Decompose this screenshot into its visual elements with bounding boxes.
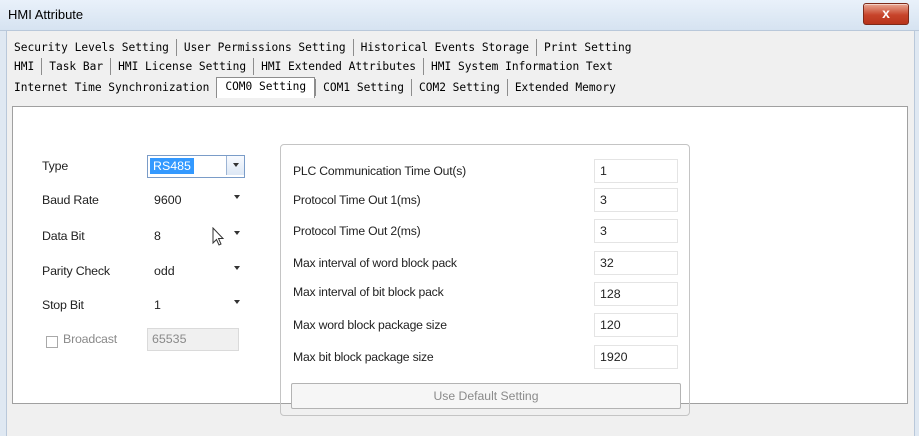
- protocol-timeout-1-value: 3: [600, 193, 607, 207]
- stop-bit-label: Stop Bit: [42, 298, 84, 312]
- chevron-down-icon: [234, 300, 240, 304]
- max-word-size-field[interactable]: 120: [594, 313, 678, 337]
- tab-hmi-system-info-text[interactable]: HMI System Information Text: [423, 58, 620, 75]
- mouse-cursor-icon: [212, 227, 225, 246]
- protocol-timeout-2-value: 3: [600, 224, 607, 238]
- tab-hmi-extended-attributes[interactable]: HMI Extended Attributes: [253, 58, 423, 75]
- tab-internet-time-sync[interactable]: Internet Time Synchronization: [12, 79, 216, 96]
- tab-hmi-license[interactable]: HMI License Setting: [110, 58, 253, 75]
- tab-task-bar[interactable]: Task Bar: [41, 58, 110, 75]
- plc-timeout-value: 1: [600, 164, 607, 178]
- close-icon: x: [882, 5, 890, 21]
- baud-rate-label: Baud Rate: [42, 193, 99, 207]
- max-bit-size-label: Max bit block package size: [293, 350, 434, 364]
- chevron-down-icon: [233, 163, 239, 167]
- close-button[interactable]: x: [863, 3, 909, 25]
- baud-rate-value: 9600: [154, 193, 182, 207]
- tab-print-setting[interactable]: Print Setting: [535, 39, 639, 56]
- tab-row-1: Security Levels Setting User Permissions …: [12, 39, 639, 58]
- broadcast-address-field: 65535: [147, 328, 239, 351]
- protocol-timeout-2-label: Protocol Time Out 2(ms): [293, 224, 421, 238]
- max-bit-size-value: 1920: [600, 350, 628, 364]
- type-select[interactable]: RS485: [147, 155, 245, 178]
- broadcast-address-value: 65535: [152, 332, 187, 346]
- tab-com0-setting[interactable]: COM0 Setting: [216, 77, 316, 98]
- chevron-down-icon: [234, 266, 240, 270]
- max-interval-word-label: Max interval of word block pack: [293, 256, 457, 270]
- window-title: HMI Attribute: [8, 7, 84, 22]
- parity-check-label: Parity Check: [42, 264, 110, 278]
- max-word-size-value: 120: [600, 318, 621, 332]
- type-value: RS485: [150, 158, 194, 174]
- tab-row-3: Internet Time Synchronization COM0 Settin…: [12, 77, 623, 98]
- use-default-setting-button[interactable]: Use Default Setting: [291, 383, 681, 409]
- tab-hmi[interactable]: HMI: [12, 58, 41, 75]
- tab-com2-setting[interactable]: COM2 Setting: [410, 79, 507, 96]
- max-interval-word-field[interactable]: 32: [594, 251, 678, 275]
- protocol-timeout-1-label: Protocol Time Out 1(ms): [293, 193, 421, 207]
- max-interval-word-value: 32: [600, 256, 614, 270]
- title-bar: HMI Attribute x: [0, 0, 919, 31]
- stop-bit-value: 1: [154, 298, 161, 312]
- type-dropdown-button[interactable]: [226, 156, 244, 175]
- max-interval-bit-value: 128: [600, 287, 621, 301]
- type-label: Type: [42, 159, 69, 173]
- data-bit-label: Data Bit: [42, 229, 85, 243]
- parity-check-value: odd: [154, 264, 175, 278]
- tab-com1-setting[interactable]: COM1 Setting: [315, 79, 411, 96]
- broadcast-label: Broadcast: [63, 332, 117, 346]
- protocol-parameters-group: PLC Communication Time Out(s) 1 Protocol…: [280, 144, 690, 416]
- broadcast-checkbox[interactable]: [46, 336, 58, 348]
- data-bit-value: 8: [154, 229, 161, 243]
- plc-timeout-label: PLC Communication Time Out(s): [293, 164, 467, 178]
- chevron-down-icon: [234, 231, 240, 235]
- tab-security-levels[interactable]: Security Levels Setting: [12, 39, 176, 56]
- tab-extended-memory[interactable]: Extended Memory: [506, 79, 623, 96]
- stop-bit-select[interactable]: 1: [147, 294, 245, 317]
- data-bit-select[interactable]: 8: [147, 225, 245, 248]
- plc-timeout-field[interactable]: 1: [594, 159, 678, 183]
- tab-row-2: HMI Task Bar HMI License Setting HMI Extend…: [12, 58, 620, 77]
- protocol-timeout-2-field[interactable]: 3: [594, 219, 678, 243]
- max-bit-size-field[interactable]: 1920: [594, 345, 678, 369]
- protocol-timeout-1-field[interactable]: 3: [594, 188, 678, 212]
- baud-rate-select[interactable]: 9600: [147, 189, 245, 212]
- tab-historical-events[interactable]: Historical Events Storage: [352, 39, 536, 56]
- chevron-down-icon: [234, 195, 240, 199]
- max-interval-bit-field[interactable]: 128: [594, 282, 678, 306]
- max-word-size-label: Max word block package size: [293, 318, 447, 332]
- max-interval-bit-label: Max interval of bit block pack: [293, 285, 444, 299]
- tab-user-permissions[interactable]: User Permissions Setting: [175, 39, 353, 56]
- parity-check-select[interactable]: odd: [147, 260, 245, 283]
